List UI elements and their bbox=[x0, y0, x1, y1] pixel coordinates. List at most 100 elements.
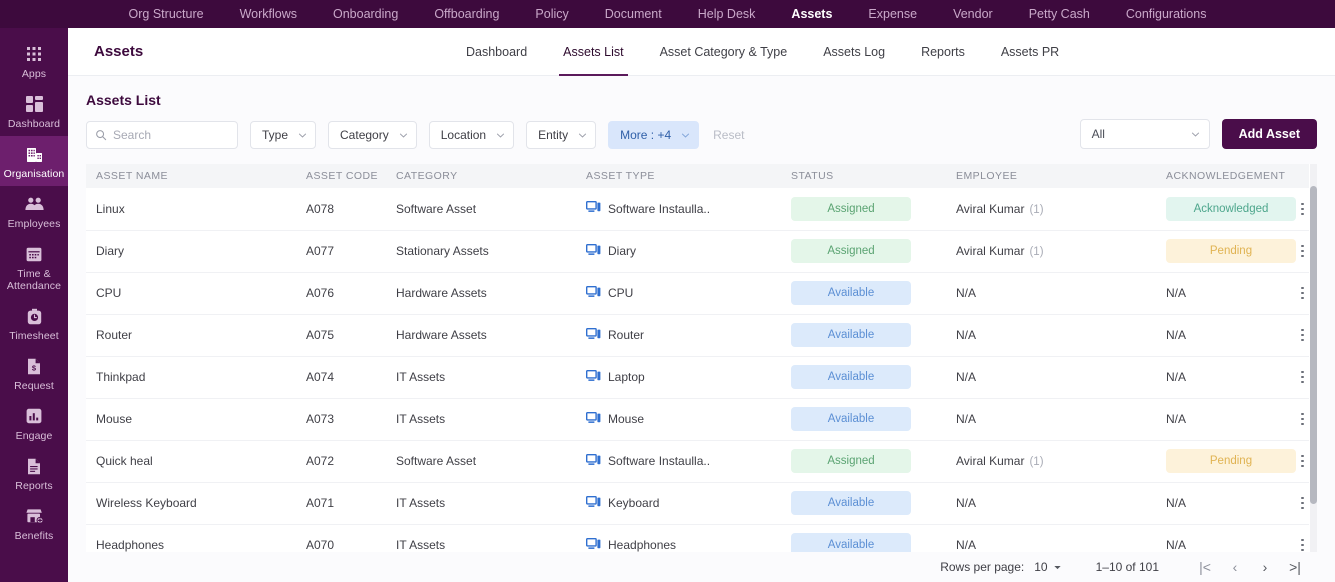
table-row[interactable]: Thinkpad A074 IT Assets Laptop Available N/A N… bbox=[86, 356, 1309, 399]
sidebar-item-timesheet[interactable]: Timesheet bbox=[0, 298, 68, 348]
sidebar-item-dashboard[interactable]: Dashboard bbox=[0, 86, 68, 136]
topnav-item-policy[interactable]: Policy bbox=[517, 0, 586, 28]
add-asset-button[interactable]: Add Asset bbox=[1221, 119, 1317, 149]
table-row[interactable]: Quick heal A072 Software Asset Software Ins… bbox=[86, 440, 1309, 483]
sidebar-item-label: Organisation bbox=[3, 168, 65, 180]
topnav-item-vendor[interactable]: Vendor bbox=[935, 0, 1011, 28]
clock-bag-icon bbox=[2, 305, 66, 327]
tab-assets-log[interactable]: Assets Log bbox=[805, 28, 903, 76]
acknowledgement-badge: Pending bbox=[1166, 449, 1296, 473]
asset-type-value: Laptop bbox=[585, 369, 781, 385]
filter-more[interactable]: More : +4 bbox=[608, 121, 700, 149]
table-scrollbar-thumb[interactable] bbox=[1310, 186, 1317, 504]
sidebar-item-label: Reports bbox=[15, 480, 53, 492]
devices-icon bbox=[585, 243, 601, 255]
sidebar-item-employees[interactable]: Employees bbox=[0, 186, 68, 236]
topnav-item-configurations[interactable]: Configurations bbox=[1108, 0, 1225, 28]
next-page-button[interactable]: › bbox=[1255, 559, 1275, 575]
asset-type-label: CPU bbox=[608, 286, 634, 300]
topnav-item-petty-cash[interactable]: Petty Cash bbox=[1011, 0, 1108, 28]
status-badge: Assigned bbox=[791, 449, 911, 473]
table-row[interactable]: Wireless Keyboard A071 IT Assets Keyboard Av… bbox=[86, 482, 1309, 525]
first-page-button[interactable]: |< bbox=[1195, 559, 1215, 575]
row-menu-icon[interactable] bbox=[1296, 283, 1309, 304]
topnav-item-help-desk[interactable]: Help Desk bbox=[680, 0, 774, 28]
left-sidebar: Apps Dashboard Organisation Employees Time &… bbox=[0, 28, 68, 582]
asset-type-value: Software Instaulla.. bbox=[585, 201, 781, 216]
sidebar-item-organisation[interactable]: Organisation bbox=[0, 136, 68, 186]
cell-status: Available bbox=[781, 482, 946, 525]
row-menu-icon[interactable] bbox=[1296, 493, 1309, 514]
topnav-item-workflows[interactable]: Workflows bbox=[222, 0, 315, 28]
cell-asset-code: A077 bbox=[296, 230, 386, 273]
view-scope-value: All bbox=[1091, 127, 1105, 141]
row-menu-icon[interactable] bbox=[1296, 325, 1309, 346]
topnav-item-onboarding[interactable]: Onboarding bbox=[315, 0, 416, 28]
topnav-item-document[interactable]: Document bbox=[587, 0, 680, 28]
cell-employee: Aviral Kumar (1) bbox=[946, 230, 1156, 273]
topnav-item-assets[interactable]: Assets bbox=[773, 0, 850, 28]
asset-type-value: Keyboard bbox=[585, 495, 781, 511]
assets-list-panel: Assets List Type Category bbox=[68, 76, 1335, 556]
people-icon bbox=[2, 193, 66, 215]
cell-status: Assigned bbox=[781, 230, 946, 273]
asset-type-label: Diary bbox=[608, 244, 637, 258]
tab-asset-category-type[interactable]: Asset Category & Type bbox=[642, 28, 806, 76]
last-page-button[interactable]: >| bbox=[1285, 559, 1305, 575]
search-input[interactable] bbox=[113, 128, 223, 142]
prev-page-button[interactable]: ‹ bbox=[1225, 559, 1245, 575]
sidebar-item-apps[interactable]: Apps bbox=[0, 36, 68, 86]
row-menu-icon[interactable] bbox=[1296, 409, 1309, 430]
sidebar-item-reports[interactable]: Reports bbox=[0, 448, 68, 498]
col-actions bbox=[1286, 164, 1309, 188]
search-box[interactable] bbox=[86, 121, 238, 149]
row-menu-icon[interactable] bbox=[1296, 451, 1309, 472]
employee-name: N/A bbox=[956, 412, 977, 426]
grid-apps-icon bbox=[2, 43, 66, 65]
topnav-item-offboarding[interactable]: Offboarding bbox=[416, 0, 517, 28]
status-badge: Assigned bbox=[791, 196, 911, 221]
cell-asset-code: A074 bbox=[296, 356, 386, 399]
row-menu-icon[interactable] bbox=[1296, 367, 1309, 388]
tab-assets-list[interactable]: Assets List bbox=[545, 28, 641, 76]
tab-reports[interactable]: Reports bbox=[903, 28, 983, 76]
sidebar-item-time-attendance[interactable]: Time & Attendance bbox=[0, 236, 68, 298]
cell-status: Assigned bbox=[781, 440, 946, 483]
table-vertical-scrollbar[interactable] bbox=[1310, 164, 1317, 556]
reset-filters-button[interactable]: Reset bbox=[713, 128, 744, 142]
filter-category[interactable]: Category bbox=[328, 121, 417, 149]
col-acknowledgement: ACKNOWLEDGEMENT bbox=[1156, 164, 1286, 188]
filter-location[interactable]: Location bbox=[428, 121, 515, 149]
rows-per-page-select[interactable]: 10 bbox=[1034, 560, 1061, 574]
table-row[interactable]: Mouse A073 IT Assets Mouse Available N/A N/A bbox=[86, 398, 1309, 441]
table-row[interactable]: Diary A077 Stationary Assets Diary Assigned A… bbox=[86, 230, 1309, 273]
filter-type[interactable]: Type bbox=[250, 121, 317, 149]
top-nav-items: Org Structure Workflows Onboarding Offboard… bbox=[111, 0, 1225, 28]
topnav-item-org-structure[interactable]: Org Structure bbox=[111, 0, 222, 28]
table-row[interactable]: Router A075 Hardware Assets Router Available… bbox=[86, 314, 1309, 357]
devices-icon bbox=[585, 411, 601, 423]
employee-name: N/A bbox=[956, 496, 977, 510]
cell-category: Software Asset bbox=[386, 188, 576, 231]
bar-chart-icon bbox=[2, 405, 66, 427]
table-row[interactable]: Linux A078 Software Asset Software Instaull… bbox=[86, 188, 1309, 231]
cell-asset-code: A076 bbox=[296, 272, 386, 315]
row-menu-icon[interactable] bbox=[1296, 241, 1309, 262]
sidebar-item-request[interactable]: $ Request bbox=[0, 348, 68, 398]
view-scope-select[interactable]: All bbox=[1079, 119, 1210, 149]
sidebar-item-label: Apps bbox=[21, 68, 47, 80]
cell-asset-type: Software Instaulla.. bbox=[576, 440, 781, 483]
topnav-item-expense[interactable]: Expense bbox=[850, 0, 935, 28]
row-menu-icon[interactable] bbox=[1296, 199, 1309, 220]
tab-dashboard[interactable]: Dashboard bbox=[448, 28, 545, 76]
cell-status: Available bbox=[781, 398, 946, 441]
devices-icon bbox=[585, 327, 601, 343]
assets-list-heading: Assets List bbox=[86, 92, 161, 108]
sidebar-item-engage[interactable]: Engage bbox=[0, 398, 68, 448]
table-row[interactable]: CPU A076 Hardware Assets CPU Available N/A N/A bbox=[86, 272, 1309, 315]
filter-entity[interactable]: Entity bbox=[526, 121, 597, 149]
tab-assets-pr[interactable]: Assets PR bbox=[983, 28, 1077, 76]
cell-category: IT Assets bbox=[386, 356, 576, 399]
cell-employee: N/A bbox=[946, 314, 1156, 357]
sidebar-item-benefits[interactable]: Benefits bbox=[0, 498, 68, 548]
